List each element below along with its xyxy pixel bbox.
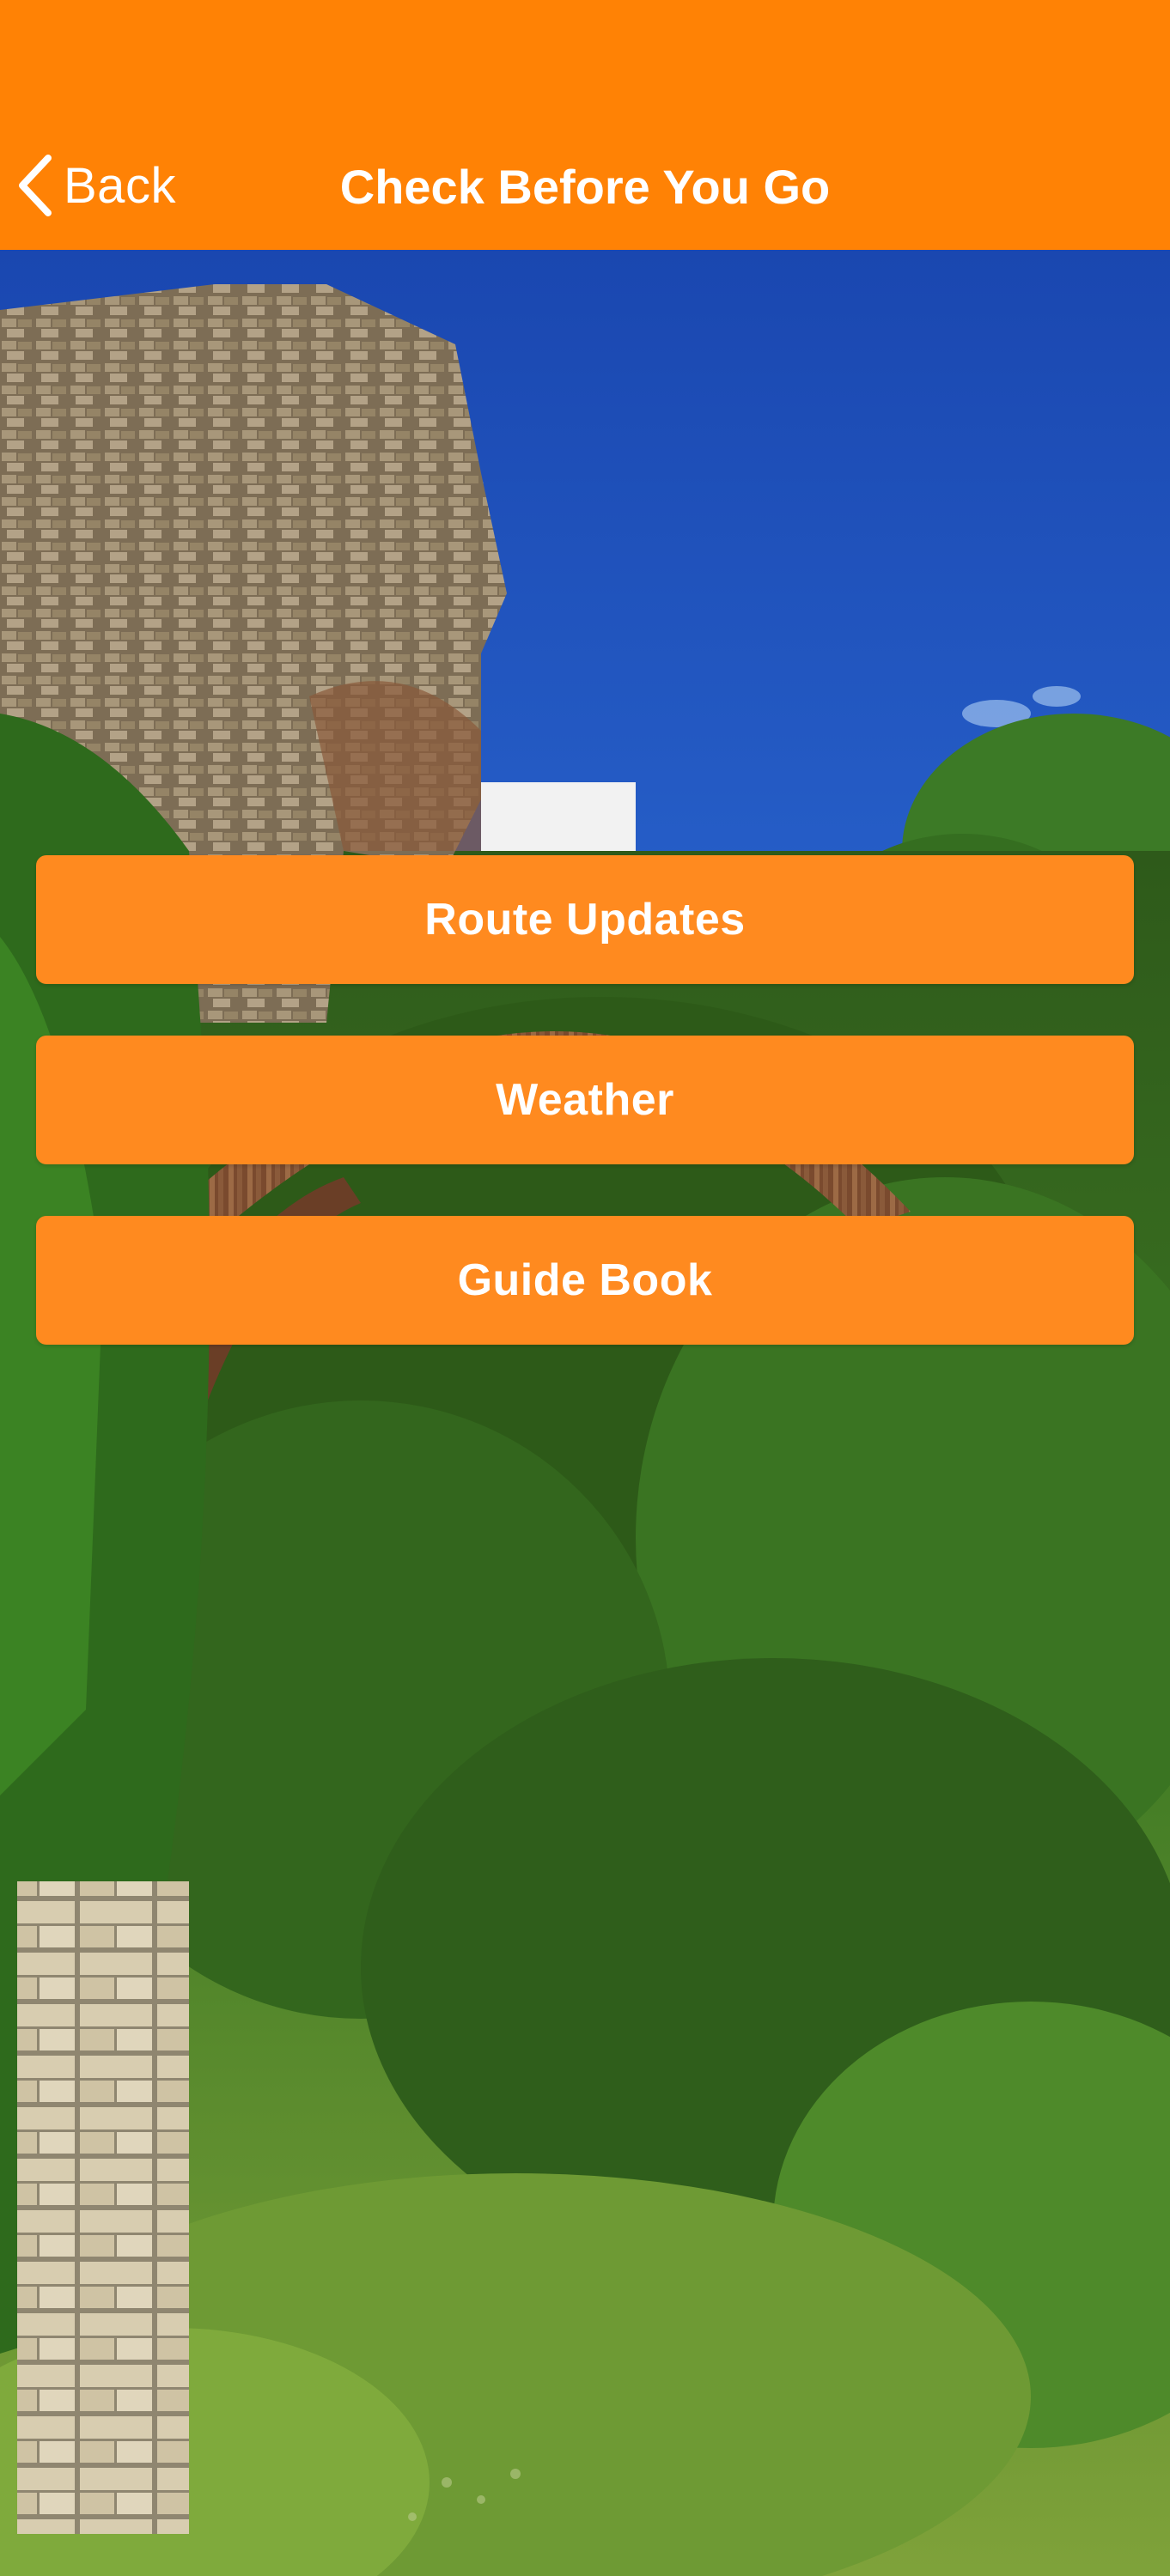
app-screen: Back Check Before You Go Route Updates W…: [0, 0, 1170, 2576]
page-title: Check Before You Go: [339, 160, 831, 214]
nav-header: Back Check Before You Go: [0, 0, 1170, 250]
route-updates-label: Route Updates: [424, 895, 746, 945]
route-updates-button[interactable]: Route Updates: [36, 855, 1134, 984]
guide-book-button[interactable]: Guide Book: [36, 1216, 1134, 1345]
weather-button[interactable]: Weather: [36, 1036, 1134, 1164]
weather-label: Weather: [496, 1075, 674, 1125]
guide-book-label: Guide Book: [457, 1255, 713, 1305]
menu-list: Route Updates Weather Guide Book: [36, 855, 1134, 1396]
background-photo: [0, 250, 1170, 2576]
